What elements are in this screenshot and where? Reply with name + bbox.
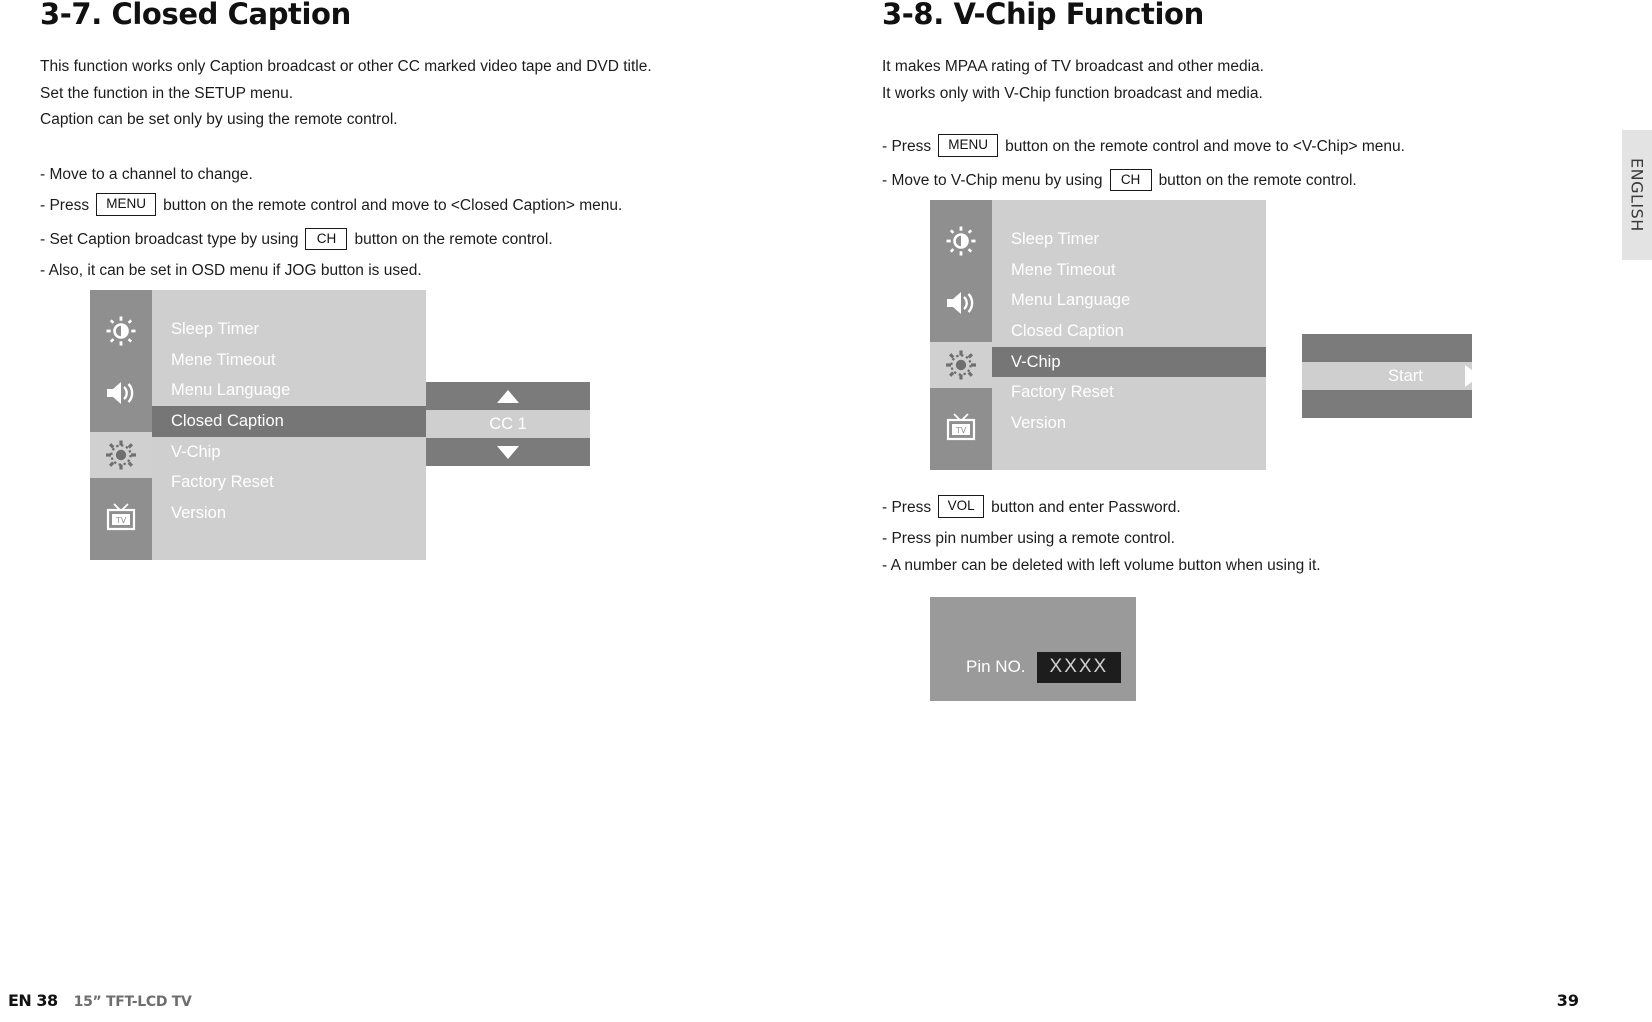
left-intro-block: This function works only Caption broadca…	[40, 59, 840, 128]
footer-left: EN 38 15” TFT-LCD TV	[8, 991, 192, 1010]
right-bullet-4-text: - Press pin number using a remote contro…	[882, 529, 1175, 547]
right-bullet-1-text-before: - Press	[882, 137, 932, 155]
right-bullets-top: - Press MENU button on the remote contro…	[882, 134, 1522, 193]
right-bullet-5: - A number can be deleted with left volu…	[882, 558, 1321, 574]
volume-icon[interactable]	[938, 280, 984, 326]
language-side-tab-label: ENGLISH	[1627, 158, 1647, 232]
osd-item-sleep-timer[interactable]: Sleep Timer	[152, 314, 426, 345]
brightness-icon[interactable]	[98, 308, 144, 354]
osd-closed-caption: CC 1 TV Sleep Timer Mene Timeout Menu La…	[90, 290, 590, 560]
vol-keycap[interactable]: VOL	[938, 495, 985, 518]
setup-icon[interactable]	[930, 342, 992, 388]
vchip-top-bar	[1302, 334, 1472, 362]
page-title-right: 3-8. V-Chip Function	[882, 0, 1204, 31]
right-bullet-2-text-before: - Move to V-Chip menu by using	[882, 172, 1103, 189]
right-bullet-4: - Press pin number using a remote contro…	[882, 529, 1321, 547]
svg-text:TV: TV	[115, 516, 127, 525]
osd-item-menu-language[interactable]: Menu Language	[992, 285, 1266, 316]
osd-icon-rail-cc: TV	[90, 290, 152, 560]
ch-keycap-right[interactable]: CH	[1109, 168, 1152, 191]
left-bullet-2-text-before: - Press	[40, 196, 90, 214]
footer-page-left: EN 38	[8, 991, 58, 1010]
language-side-tab: ENGLISH	[1622, 130, 1652, 260]
osd-item-mene-timeout[interactable]: Mene Timeout	[992, 255, 1266, 286]
page-title-left: 3-7. Closed Caption	[40, 0, 351, 31]
volume-icon[interactable]	[98, 370, 144, 416]
cc-down-bar[interactable]	[426, 438, 590, 466]
triangle-up-icon	[497, 389, 519, 403]
osd-item-v-chip[interactable]: V-Chip	[152, 437, 426, 468]
pin-input[interactable]: XXXX	[1036, 651, 1122, 683]
right-intro-line-1: It makes MPAA rating of TV broadcast and…	[882, 58, 1264, 75]
triangle-right-icon	[1464, 365, 1480, 387]
left-bullet-1-text: - Move to a channel to change.	[40, 165, 253, 183]
manual-page: 3-7. Closed Caption This function works …	[0, 0, 1652, 1022]
vchip-bottom-bar	[1302, 390, 1472, 418]
left-intro-line-1: This function works only Caption broadca…	[40, 58, 652, 75]
left-bullet-4-text: - Also, it can be set in OSD menu if JOG…	[40, 262, 422, 279]
osd-item-closed-caption[interactable]: Closed Caption	[152, 405, 426, 437]
right-bullet-5-text: - A number can be deleted with left volu…	[882, 557, 1321, 574]
left-bullet-1: - Move to a channel to change.	[40, 165, 840, 183]
osd-value-panel-cc: CC 1	[426, 382, 590, 466]
triangle-down-icon	[497, 445, 519, 459]
left-intro-line-3: Caption can be set only by using the rem…	[40, 111, 398, 128]
osd-body-vchip: TV Sleep Timer Mene Timeout Menu Languag…	[930, 200, 1266, 470]
brightness-icon[interactable]	[938, 218, 984, 264]
right-bullet-3-text-before: - Press	[882, 498, 932, 516]
osd-item-sleep-timer[interactable]: Sleep Timer	[992, 224, 1266, 255]
right-bullets-bottom: - Press VOL button and enter Password. -…	[882, 495, 1321, 586]
right-bullet-3: - Press VOL button and enter Password.	[882, 495, 1321, 519]
left-bullet-2: - Press MENU button on the remote contro…	[40, 193, 840, 217]
setup-icon[interactable]	[90, 432, 152, 478]
right-bullet-1: - Press MENU button on the remote contro…	[882, 134, 1522, 158]
menu-keycap[interactable]: MENU	[96, 193, 157, 216]
osd-item-factory-reset[interactable]: Factory Reset	[152, 467, 426, 498]
tv-icon[interactable]: TV	[98, 494, 144, 540]
osd-item-list-vchip: Sleep Timer Mene Timeout Menu Language C…	[992, 200, 1266, 470]
osd-item-v-chip[interactable]: V-Chip	[992, 346, 1266, 378]
osd-item-version[interactable]: Version	[992, 408, 1266, 439]
right-bullet-3-text-after: button and enter Password.	[991, 498, 1181, 516]
osd-item-mene-timeout[interactable]: Mene Timeout	[152, 345, 426, 376]
right-intro-line-2: It works only with V-Chip function broad…	[882, 84, 1263, 102]
left-bullet-2-text-after: button on the remote control and move to…	[163, 196, 623, 214]
right-bullet-2-text-after: button on the remote control.	[1158, 172, 1357, 189]
osd-v-chip: Start TV Sleep Timer Mene Timeout Menu L…	[930, 200, 1480, 470]
right-column: 3-8. V-Chip Function It makes MPAA ratin…	[882, 0, 1522, 701]
pin-dialog: Pin NO. XXXX	[930, 597, 1136, 701]
right-bullet-2: - Move to V-Chip menu by using CH button…	[882, 168, 1522, 193]
left-bullets: - Move to a channel to change. - Press M…	[40, 165, 840, 279]
svg-text:TV: TV	[955, 426, 967, 435]
footer-page-right: 39	[1556, 991, 1579, 1010]
footer-model: 15” TFT-LCD TV	[73, 994, 192, 1010]
cc-value-strip: CC 1	[426, 410, 590, 438]
osd-body-cc: TV Sleep Timer Mene Timeout Menu Languag…	[90, 290, 426, 560]
osd-icon-rail-vchip: TV	[930, 200, 992, 470]
left-bullet-3-text-after: button on the remote control.	[354, 231, 553, 248]
start-label: Start	[1388, 366, 1423, 385]
left-bullet-4: - Also, it can be set in OSD menu if JOG…	[40, 263, 840, 279]
left-bullet-3-text-before: - Set Caption broadcast type by using	[40, 231, 299, 248]
osd-item-factory-reset[interactable]: Factory Reset	[992, 377, 1266, 408]
osd-item-menu-language[interactable]: Menu Language	[152, 375, 426, 406]
right-bullet-1-text-after: button on the remote control and move to…	[1005, 137, 1405, 155]
cc-value-label: CC 1	[489, 414, 527, 433]
pin-row: Pin NO. XXXX	[966, 651, 1122, 683]
menu-keycap-right[interactable]: MENU	[938, 134, 999, 157]
pin-label: Pin NO.	[966, 657, 1026, 676]
cc-up-bar[interactable]	[426, 382, 590, 410]
osd-value-panel-vchip: Start	[1302, 334, 1480, 418]
osd-item-list-cc: Sleep Timer Mene Timeout Menu Language C…	[152, 290, 426, 560]
left-intro-line-2: Set the function in the SETUP menu.	[40, 84, 294, 102]
osd-item-version[interactable]: Version	[152, 498, 426, 529]
ch-keycap[interactable]: CH	[305, 227, 348, 250]
right-intro-block: It makes MPAA rating of TV broadcast and…	[882, 59, 1522, 101]
left-bullet-3: - Set Caption broadcast type by using CH…	[40, 227, 840, 252]
tv-icon[interactable]: TV	[938, 404, 984, 450]
vchip-start-strip[interactable]: Start	[1302, 362, 1480, 390]
osd-item-closed-caption[interactable]: Closed Caption	[992, 316, 1266, 347]
left-column: 3-7. Closed Caption This function works …	[40, 0, 840, 560]
